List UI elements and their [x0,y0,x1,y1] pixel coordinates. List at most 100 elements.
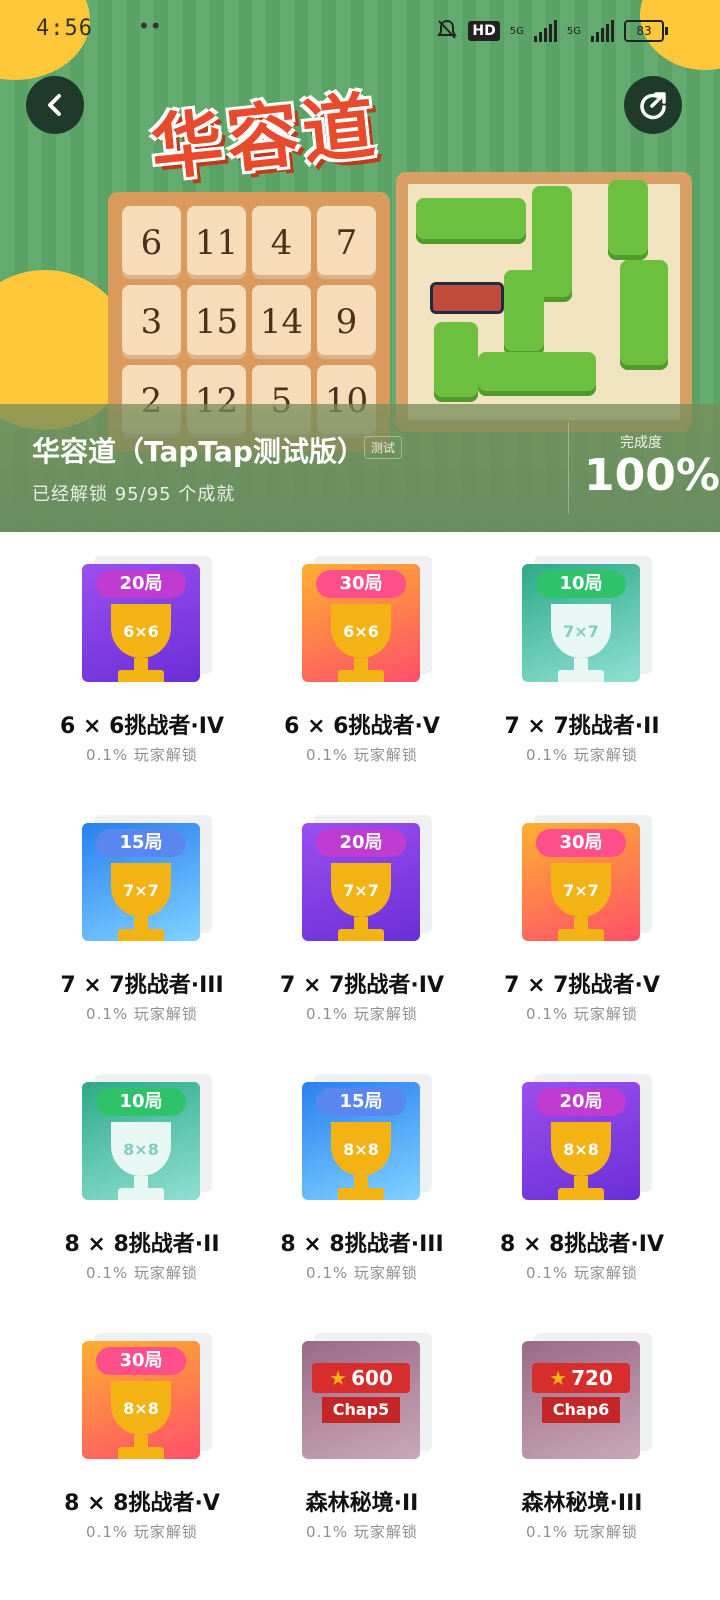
game-logo: 华容道 [146,82,383,191]
chapter-label: Chap6 [542,1397,620,1423]
completion-label: 完成度 [620,435,662,451]
achievement-card[interactable]: ★ 720 Chap6 森林秘境·III 0.1% 玩家解锁 [442,1309,682,1559]
achievement-card[interactable]: 15局 7×7 7 × 7挑战者·III 0.1% 玩家解锁 [2,791,242,1041]
achievement-badge-icon: 20局 8×8 [522,1082,640,1200]
rounds-banner: 15局 [316,1088,406,1116]
star-score-banner: ★ 720 [532,1363,630,1393]
hedge-block [434,322,478,402]
trophy-base [558,929,604,941]
trophy-icon: 7×7 [331,863,391,917]
trophy-icon: 8×8 [551,1122,611,1176]
achievement-card[interactable]: ★ 600 Chap5 森林秘境·II 0.1% 玩家解锁 [222,1309,462,1559]
achievement-badge-icon: 15局 7×7 [82,823,200,941]
hedge-block [608,180,648,260]
board-size-label: 8×8 [563,1139,599,1159]
achievement-title: 8 × 8挑战者·IV [500,1232,664,1257]
achievement-badge-icon: 10局 8×8 [82,1082,200,1200]
achievement-card[interactable]: 10局 7×7 7 × 7挑战者·II 0.1% 玩家解锁 [442,532,682,782]
rounds-banner: 30局 [536,829,626,857]
puzzle-tile: 3 [122,285,181,359]
game-title: 华容道（TapTap测试版） [32,435,365,468]
board-size-label: 7×7 [343,880,379,900]
achievement-badge-icon: 10局 7×7 [522,564,640,682]
puzzle-tile: 4 [252,206,311,280]
game-header-banner: 4:56 •• HD 5G 5G 83 华容道 6 11 4 7 3 15 14 [0,0,720,532]
network-type-label: 5G [509,25,524,37]
board-size-label: 6×6 [343,621,379,641]
back-button[interactable] [26,76,84,134]
status-dots: •• [138,14,162,38]
unlock-rate: 0.1% 玩家解锁 [526,1264,638,1282]
train-icon [430,282,504,314]
achievement-badge-icon: 30局 8×8 [82,1341,200,1459]
achievement-badge-icon: 30局 7×7 [522,823,640,941]
trophy-base [118,929,164,941]
star-icon: ★ [329,1366,348,1390]
puzzle-tile: 6 [122,206,181,280]
achievement-card[interactable]: 20局 7×7 7 × 7挑战者·IV 0.1% 玩家解锁 [222,791,462,1041]
achievement-title: 森林秘境·III [521,1491,643,1516]
rounds-banner: 10局 [536,570,626,598]
board-size-label: 8×8 [343,1139,379,1159]
trophy-icon: 7×7 [551,863,611,917]
achievement-card[interactable]: 20局 8×8 8 × 8挑战者·IV 0.1% 玩家解锁 [442,1050,682,1300]
rounds-banner: 20局 [96,570,186,598]
trophy-icon: 8×8 [111,1122,171,1176]
trophy-base [338,929,384,941]
board-size-label: 7×7 [123,880,159,900]
achievement-card[interactable]: 20局 6×6 6 × 6挑战者·IV 0.1% 玩家解锁 [2,532,242,782]
achievement-badge-icon: 15局 8×8 [302,1082,420,1200]
network-type-label: 5G [566,25,581,37]
trophy-base [118,1447,164,1459]
hedge-block [504,270,544,356]
achievement-card[interactable]: 30局 6×6 6 × 6挑战者·V 0.1% 玩家解锁 [222,532,462,782]
trophy-base [118,1188,164,1200]
achievement-card[interactable]: 15局 8×8 8 × 8挑战者·III 0.1% 玩家解锁 [222,1050,462,1300]
trophy-icon: 6×6 [111,604,171,658]
board-size-label: 6×6 [123,621,159,641]
score-label: 720 [571,1366,613,1390]
board-size-label: 7×7 [563,880,599,900]
trophy-icon: 7×7 [551,604,611,658]
hedge-block [478,352,596,396]
puzzle-tile: 9 [317,285,376,359]
star-icon: ★ [549,1366,568,1390]
chevron-left-icon [48,94,61,116]
unlock-rate: 0.1% 玩家解锁 [526,746,638,764]
board-size-label: 8×8 [123,1139,159,1159]
mute-bell-icon [436,18,458,44]
achievement-card[interactable]: 10局 8×8 8 × 8挑战者·II 0.1% 玩家解锁 [2,1050,242,1300]
achievement-card[interactable]: 30局 7×7 7 × 7挑战者·V 0.1% 玩家解锁 [442,791,682,1041]
achievement-title: 7 × 7挑战者·V [504,973,660,998]
status-bar: 4:56 •• HD 5G 5G 83 [0,0,720,62]
rounds-banner: 30局 [316,570,406,598]
achievement-badge-icon: 30局 6×6 [302,564,420,682]
completion-percentage: 100% [584,450,720,501]
score-label: 600 [351,1366,393,1390]
board-size-label: 8×8 [123,1398,159,1418]
signal-strength-icon [533,20,557,42]
achievement-badge-icon: 20局 6×6 [82,564,200,682]
test-version-badge: 测试 [364,436,403,459]
game-info-bar: 华容道（TapTap测试版） 测试 已经解锁 95/95 个成就 完成度 100… [0,404,720,532]
trophy-icon: 6×6 [331,604,391,658]
chapter-label: Chap5 [322,1397,400,1423]
divider [568,422,569,514]
star-score-banner: ★ 600 [312,1363,410,1393]
rounds-banner: 10局 [96,1088,186,1116]
share-button[interactable] [624,76,682,134]
trophy-base [338,670,384,682]
achievement-card[interactable]: 30局 8×8 8 × 8挑战者·V 0.1% 玩家解锁 [2,1309,242,1559]
signal-strength-icon [591,20,614,42]
trophy-icon: 8×8 [331,1122,391,1176]
rounds-banner: 20局 [316,829,406,857]
puzzle-tile: 14 [252,285,311,359]
achievement-badge-icon: 20局 7×7 [302,823,420,941]
hd-voice-badge: HD [468,21,500,41]
hedge-block [620,260,668,370]
trophy-base [118,670,164,682]
puzzle-tile: 11 [187,206,246,280]
train-maze-illustration [396,172,692,432]
trophy-base [558,1188,604,1200]
achievement-badge-icon: ★ 720 Chap6 [522,1341,640,1459]
